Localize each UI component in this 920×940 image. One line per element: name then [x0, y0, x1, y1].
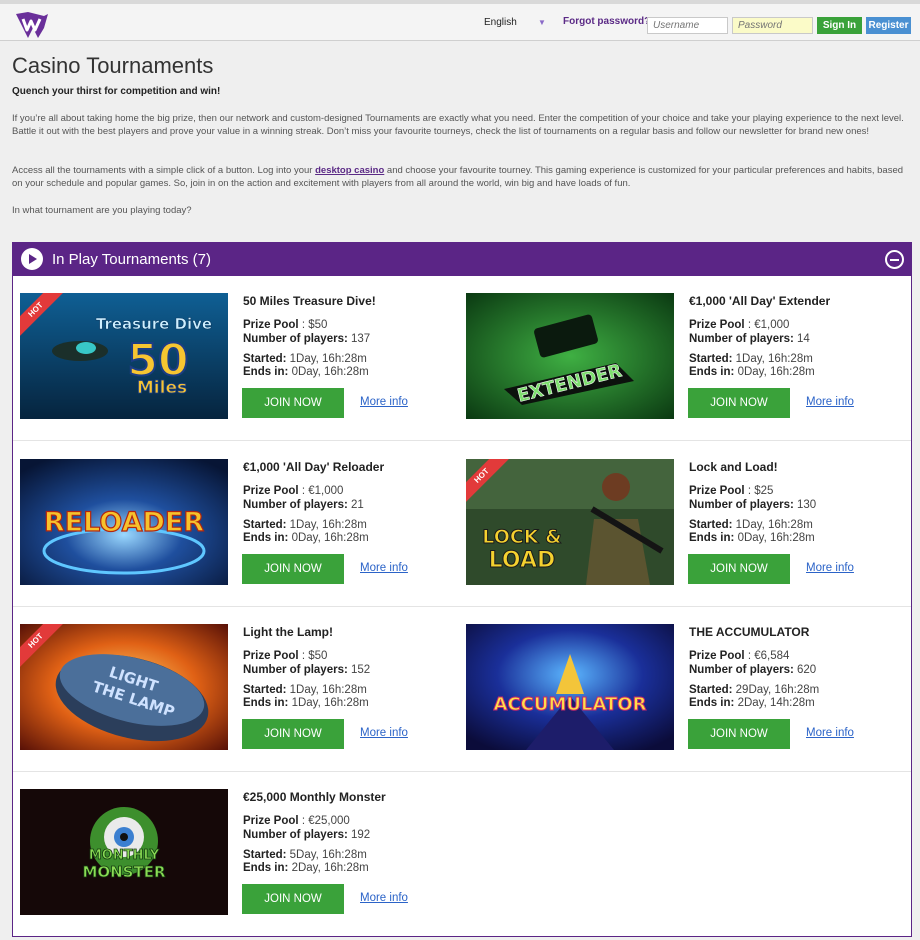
tournament-thumbnail[interactable]: RELOADER	[20, 459, 228, 585]
username-input[interactable]	[647, 17, 728, 34]
ends-time: Ends in: 0Day, 16h:28m	[689, 532, 815, 544]
join-now-button[interactable]: JOIN NOW	[242, 884, 344, 914]
started-time: Started: 29Day, 16h:28m	[689, 684, 820, 696]
sign-in-button[interactable]: Sign In	[817, 17, 862, 34]
players-count: Number of players: 21	[243, 499, 364, 511]
more-info-link[interactable]: More info	[360, 892, 408, 904]
more-info-link[interactable]: More info	[806, 562, 854, 574]
prize-pool: Prize Pool : $50	[243, 650, 328, 662]
in-play-tournaments-panel: In Play Tournaments (7) Treasure Dive 50 M…	[12, 242, 912, 937]
svg-text:Treasure Dive: Treasure Dive	[96, 315, 212, 333]
tournament-name: 50 Miles Treasure Dive!	[243, 294, 376, 308]
page-title: Casino Tournaments	[12, 53, 214, 78]
join-now-button[interactable]: JOIN NOW	[242, 388, 344, 418]
register-button[interactable]: Register	[866, 17, 911, 34]
question-paragraph: In what tournament are you playing today…	[12, 205, 192, 216]
prize-pool: Prize Pool : €1,000	[243, 485, 344, 497]
tournament-name: €25,000 Monthly Monster	[243, 790, 386, 804]
panel-header[interactable]: In Play Tournaments (7)	[13, 243, 911, 276]
row-divider	[13, 771, 911, 772]
players-count: Number of players: 130	[689, 499, 817, 511]
more-info-link[interactable]: More info	[360, 562, 408, 574]
tournament-card: LOCK & LOAD HOT Lock and Load! Prize Pool : …	[466, 459, 906, 589]
prize-pool: Prize Pool : €25,000	[243, 815, 350, 827]
tournament-card: RELOADER €1,000 'All Day' Reloader Prize P…	[20, 459, 460, 589]
tournament-thumbnail[interactable]: Treasure Dive 50 Miles HOT	[20, 293, 228, 419]
tournament-thumbnail[interactable]: MONTHLY MONSTER	[20, 789, 228, 915]
players-count: Number of players: 14	[689, 333, 810, 345]
players-count: Number of players: 152	[243, 664, 371, 676]
prize-pool: Prize Pool : $50	[243, 319, 328, 331]
access-paragraph: Access all the tournaments with a simple…	[12, 165, 904, 189]
started-time: Started: 1Day, 16h:28m	[689, 519, 813, 531]
svg-text:MONTHLY: MONTHLY	[89, 848, 160, 863]
prize-pool: Prize Pool : €6,584	[689, 650, 790, 662]
ends-time: Ends in: 2Day, 14h:28m	[689, 697, 815, 709]
join-now-button[interactable]: JOIN NOW	[688, 554, 790, 584]
tournament-name: Lock and Load!	[689, 460, 778, 474]
svg-text:LOAD: LOAD	[489, 548, 556, 573]
tournament-card: Treasure Dive 50 Miles HOT 50 Miles Treasure…	[20, 293, 460, 423]
language-select[interactable]: English	[484, 17, 517, 28]
ends-time: Ends in: 0Day, 16h:28m	[243, 366, 369, 378]
tournament-name: Light the Lamp!	[243, 625, 333, 639]
started-time: Started: 1Day, 16h:28m	[243, 519, 367, 531]
join-now-button[interactable]: JOIN NOW	[242, 719, 344, 749]
top-bar: English ▼ Forgot password? Sign In Regis…	[0, 0, 920, 41]
row-divider	[13, 606, 911, 607]
players-count: Number of players: 192	[243, 829, 371, 841]
tournament-thumbnail[interactable]: ACCUMULATOR	[466, 624, 674, 750]
tournament-card: LIGHT THE LAMP HOT Light the Lamp! Prize Poo…	[20, 624, 460, 754]
svg-text:ACCUMULATOR: ACCUMULATOR	[494, 694, 647, 715]
tournament-name: €1,000 'All Day' Reloader	[243, 460, 385, 474]
collapse-icon[interactable]	[885, 250, 904, 269]
players-count: Number of players: 137	[243, 333, 371, 345]
tournament-thumbnail[interactable]: EXTENDER	[466, 293, 674, 419]
svg-text:MONSTER: MONSTER	[82, 863, 166, 881]
more-info-link[interactable]: More info	[360, 727, 408, 739]
svg-text:Miles: Miles	[137, 378, 187, 398]
brand-logo-icon[interactable]	[14, 10, 50, 40]
ends-time: Ends in: 0Day, 16h:28m	[243, 532, 369, 544]
tournament-thumbnail[interactable]: LOCK & LOAD HOT	[466, 459, 674, 585]
chevron-down-icon[interactable]: ▼	[538, 18, 546, 27]
page-subtitle: Quench your thirst for competition and w…	[12, 86, 221, 97]
svg-text:RELOADER: RELOADER	[44, 507, 204, 538]
more-info-link[interactable]: More info	[360, 396, 408, 408]
tournament-name: THE ACCUMULATOR	[689, 625, 810, 639]
join-now-button[interactable]: JOIN NOW	[688, 388, 790, 418]
tournament-name: €1,000 'All Day' Extender	[689, 294, 831, 308]
started-time: Started: 1Day, 16h:28m	[689, 353, 813, 365]
ends-time: Ends in: 0Day, 16h:28m	[689, 366, 815, 378]
join-now-button[interactable]: JOIN NOW	[688, 719, 790, 749]
play-icon	[21, 248, 43, 270]
ends-time: Ends in: 2Day, 16h:28m	[243, 862, 369, 874]
panel-title: In Play Tournaments (7)	[52, 251, 211, 268]
tournament-thumbnail[interactable]: LIGHT THE LAMP HOT	[20, 624, 228, 750]
prize-pool: Prize Pool : €1,000	[689, 319, 790, 331]
more-info-link[interactable]: More info	[806, 727, 854, 739]
join-now-button[interactable]: JOIN NOW	[242, 554, 344, 584]
forgot-password-link[interactable]: Forgot password?	[563, 16, 650, 27]
tournament-card: ACCUMULATOR THE ACCUMULATOR Prize Pool : €…	[466, 624, 906, 754]
started-time: Started: 1Day, 16h:28m	[243, 684, 367, 696]
prize-pool: Prize Pool : $25	[689, 485, 774, 497]
ends-time: Ends in: 1Day, 16h:28m	[243, 697, 369, 709]
password-input[interactable]	[732, 17, 813, 34]
started-time: Started: 1Day, 16h:28m	[243, 353, 367, 365]
desktop-casino-link[interactable]: desktop casino	[315, 165, 384, 176]
players-count: Number of players: 620	[689, 664, 817, 676]
tournament-card: EXTENDER €1,000 'All Day' Extender Prize P…	[466, 293, 906, 423]
svg-text:LOCK &: LOCK &	[482, 526, 561, 548]
started-time: Started: 5Day, 16h:28m	[243, 849, 367, 861]
intro-paragraph: If you’re all about taking home the big …	[12, 113, 904, 137]
row-divider	[13, 440, 911, 441]
tournament-card: MONTHLY MONSTER €25,000 Monthly Monster Pri…	[20, 789, 460, 919]
more-info-link[interactable]: More info	[806, 396, 854, 408]
